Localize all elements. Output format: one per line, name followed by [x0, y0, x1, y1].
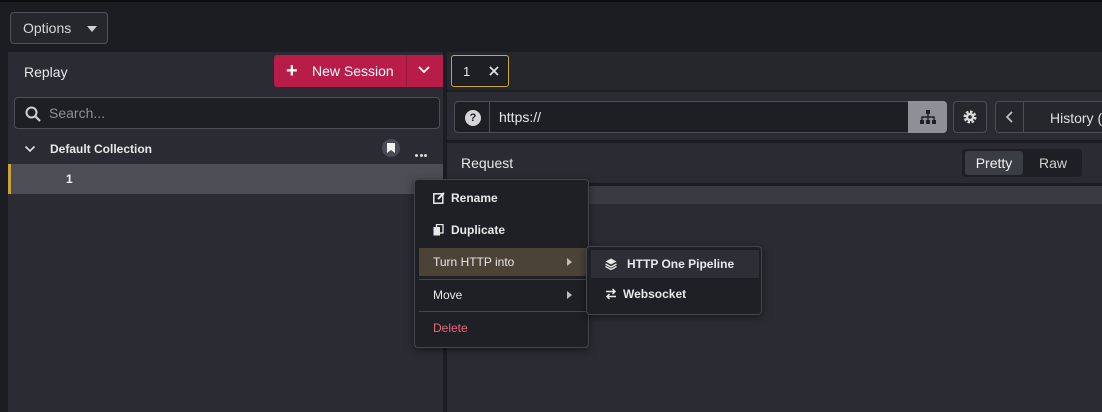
- bookmark-button[interactable]: [382, 139, 400, 157]
- turn-http-into-submenu: HTTP One Pipeline Websocket: [586, 246, 762, 315]
- collection-name: Default Collection: [50, 142, 153, 156]
- network-button[interactable]: [908, 101, 947, 133]
- request-title: Request: [461, 155, 514, 171]
- button-divider: [406, 55, 407, 87]
- search-icon: [25, 106, 41, 122]
- settings-button[interactable]: [953, 101, 987, 133]
- history-navigator: History (: [995, 101, 1102, 133]
- menu-item-label: Move: [433, 288, 463, 302]
- menu-divider: [419, 279, 586, 280]
- session-tabs: 1: [447, 52, 1102, 90]
- menu-item-label: HTTP One Pipeline: [627, 257, 735, 271]
- new-session-label: New Session: [312, 63, 394, 79]
- menu-item-websocket[interactable]: Websocket: [591, 280, 759, 308]
- copy-icon: [433, 224, 444, 236]
- url-box: ?: [454, 101, 947, 133]
- chevron-down-icon[interactable]: [416, 61, 432, 77]
- menu-item-label: Rename: [451, 191, 498, 205]
- collection-more-button[interactable]: [415, 145, 431, 157]
- plus-icon: +: [286, 60, 298, 82]
- history-label[interactable]: History (: [1050, 110, 1102, 126]
- menu-item-move[interactable]: Move: [419, 281, 586, 309]
- menu-divider: [419, 311, 586, 312]
- chevron-left-icon: [1005, 111, 1013, 123]
- network-icon: [919, 110, 936, 124]
- replay-sidebar: Replay + New Session Default Collection: [8, 52, 448, 412]
- chevron-down-icon[interactable]: [24, 143, 36, 155]
- caret-down-icon: [87, 26, 97, 32]
- layers-icon: [605, 258, 617, 270]
- tab-label: 1: [463, 64, 471, 79]
- options-dropdown[interactable]: Options: [10, 12, 108, 44]
- gear-icon: [963, 110, 977, 124]
- menu-item-label: Duplicate: [451, 223, 506, 237]
- options-label: Options: [23, 20, 72, 36]
- request-header: Request Pretty Raw: [447, 143, 1102, 183]
- collection-row[interactable]: Default Collection: [8, 134, 445, 164]
- tab-raw[interactable]: Raw: [1028, 151, 1078, 175]
- sidebar-title: Replay: [24, 64, 68, 80]
- history-prev-button[interactable]: [996, 102, 1024, 132]
- bookmark-icon: [387, 143, 395, 153]
- session-row[interactable]: 1: [8, 164, 445, 194]
- swap-icon: [605, 288, 617, 300]
- menu-item-duplicate[interactable]: Duplicate: [419, 216, 586, 244]
- caret-right-icon: [567, 291, 572, 299]
- menu-item-delete[interactable]: Delete: [419, 314, 586, 342]
- help-icon[interactable]: ?: [465, 110, 481, 126]
- caret-right-icon: [567, 258, 572, 266]
- url-divider: [489, 102, 490, 132]
- url-toolbar: ? History (: [447, 92, 1102, 140]
- menu-item-rename[interactable]: Rename: [419, 184, 586, 212]
- view-toggle: Pretty Raw: [962, 149, 1082, 177]
- search-box: [14, 97, 440, 129]
- tab-session-1[interactable]: 1: [451, 55, 509, 87]
- tab-pretty[interactable]: Pretty: [965, 151, 1023, 175]
- new-session-button[interactable]: + New Session: [274, 55, 448, 87]
- session-context-menu: Rename Duplicate Turn HTTP into Move Del…: [414, 179, 589, 348]
- close-icon[interactable]: [488, 65, 500, 77]
- menu-item-label: Turn HTTP into: [433, 255, 515, 269]
- menu-item-label: Delete: [433, 321, 468, 335]
- session-name: 1: [66, 172, 73, 186]
- sidebar-header: Replay + New Session: [8, 52, 448, 92]
- top-toolbar: Options: [0, 0, 1102, 52]
- url-input[interactable]: [499, 102, 909, 132]
- menu-item-label: Websocket: [623, 287, 687, 301]
- menu-item-http-one-pipeline[interactable]: HTTP One Pipeline: [591, 250, 759, 278]
- edit-icon: [433, 192, 445, 204]
- menu-item-turn-http-into[interactable]: Turn HTTP into: [419, 248, 586, 276]
- search-input[interactable]: [49, 98, 429, 128]
